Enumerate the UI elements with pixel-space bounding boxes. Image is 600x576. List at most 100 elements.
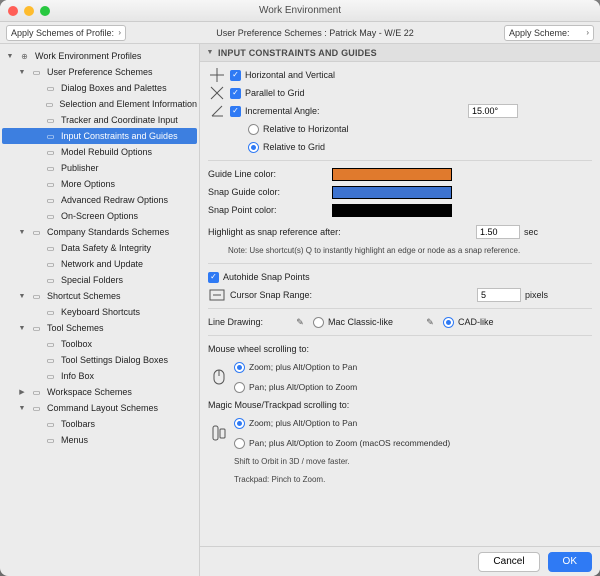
folder-icon: ▭ <box>30 291 43 302</box>
parallel-to-grid-checkbox[interactable] <box>230 88 241 99</box>
disclosure-triangle-icon[interactable]: ▼ <box>18 293 26 300</box>
globe-icon: ⊕ <box>18 51 31 62</box>
snap-guide-color-swatch[interactable] <box>332 186 452 199</box>
mws-pan-radio[interactable] <box>234 382 245 393</box>
disclosure-triangle-icon[interactable]: ▼ <box>18 325 26 332</box>
tree-item[interactable]: ▭Special Folders <box>2 272 197 288</box>
folder-icon: ▭ <box>30 323 43 334</box>
toolbar: Apply Schemes of Profile:› User Preferen… <box>0 22 600 44</box>
disclosure-triangle-icon[interactable]: ▼ <box>18 405 26 412</box>
tree-item[interactable]: ▭More Options <box>2 176 197 192</box>
tree-group-css[interactable]: ▼▭Company Standards Schemes <box>2 224 197 240</box>
tree-item[interactable]: ▭Network and Update <box>2 256 197 272</box>
relative-horizontal-radio[interactable] <box>248 124 259 135</box>
main-panel: ▼ INPUT CONSTRAINTS AND GUIDES Horizonta… <box>200 44 600 576</box>
tree-group-cls[interactable]: ▼▭Command Layout Schemes <box>2 400 197 416</box>
cancel-button[interactable]: Cancel <box>478 552 539 572</box>
incremental-angle-checkbox[interactable] <box>230 106 241 117</box>
mts-zoom-radio[interactable] <box>234 418 245 429</box>
disclosure-triangle-icon[interactable]: ▶ <box>18 388 26 396</box>
tree-item[interactable]: ▭Toolbars <box>2 416 197 432</box>
pencil-icon: ✎ <box>421 315 439 329</box>
shortcut-note: Note: Use shortcut(s) Q to instantly hig… <box>228 246 520 255</box>
tree-item[interactable]: ▭Menus <box>2 432 197 448</box>
tree-item[interactable]: ▭Info Box <box>2 368 197 384</box>
snap-point-color-swatch[interactable] <box>332 204 452 217</box>
tree-group-ss[interactable]: ▼▭Shortcut Schemes <box>2 288 197 304</box>
highlight-delay-input[interactable]: 1.50 <box>476 225 520 239</box>
disclosure-triangle-icon[interactable]: ▼ <box>6 53 14 60</box>
titlebar[interactable]: Work Environment <box>0 0 600 22</box>
guide-line-color-label: Guide Line color: <box>208 169 328 179</box>
disclosure-triangle-icon[interactable]: ▼ <box>206 49 214 56</box>
tree-group-ups[interactable]: ▼▭User Preference Schemes <box>2 64 197 80</box>
section-header[interactable]: ▼ INPUT CONSTRAINTS AND GUIDES <box>200 44 600 62</box>
doc-icon: ▭ <box>44 115 57 126</box>
doc-icon: ▭ <box>44 419 57 430</box>
magic-mouse-label: Magic Mouse/Trackpad scrolling to: <box>208 400 349 410</box>
doc-icon: ▭ <box>44 179 57 190</box>
doc-icon: ▭ <box>44 195 57 206</box>
tree-item[interactable]: ▭Model Rebuild Options <box>2 144 197 160</box>
sidebar-tree: ▼⊕Work Environment Profiles ▼▭User Prefe… <box>0 44 200 576</box>
cad-like-radio[interactable] <box>443 317 454 328</box>
disclosure-triangle-icon[interactable]: ▼ <box>18 229 26 236</box>
apply-scheme-combo[interactable]: Apply Scheme:› <box>504 25 594 41</box>
tree-item-selected[interactable]: ▭Input Constraints and Guides <box>2 128 197 144</box>
horizontal-vertical-checkbox[interactable] <box>230 70 241 81</box>
guide-line-color-swatch[interactable] <box>332 168 452 181</box>
mws-zoom-radio[interactable] <box>234 362 245 373</box>
angle-icon <box>208 104 226 118</box>
breadcrumb: User Preference Schemes : Patrick May - … <box>132 28 498 38</box>
work-environment-window: Work Environment Apply Schemes of Profil… <box>0 0 600 576</box>
tree-item[interactable]: ▭Tracker and Coordinate Input <box>2 112 197 128</box>
doc-icon: ▭ <box>43 99 55 110</box>
snap-guide-color-label: Snap Guide color: <box>208 187 328 197</box>
tree-root[interactable]: ▼⊕Work Environment Profiles <box>2 48 197 64</box>
doc-icon: ▭ <box>44 211 57 222</box>
doc-icon: ▭ <box>44 83 57 94</box>
tree-group-ws[interactable]: ▶▭Workspace Schemes <box>2 384 197 400</box>
disclosure-triangle-icon[interactable]: ▼ <box>18 69 26 76</box>
ok-button[interactable]: OK <box>548 552 592 572</box>
mouse-icon <box>208 370 230 384</box>
chevron-right-icon: › <box>586 28 589 37</box>
cursor-snap-range-input[interactable]: 5 <box>477 288 521 302</box>
mouse-wheel-label: Mouse wheel scrolling to: <box>208 344 309 354</box>
tree-item[interactable]: ▭Data Safety & Integrity <box>2 240 197 256</box>
folder-icon: ▭ <box>30 387 43 398</box>
doc-icon: ▭ <box>44 147 57 158</box>
tree-item[interactable]: ▭On-Screen Options <box>2 208 197 224</box>
doc-icon: ▭ <box>44 371 57 382</box>
x-grid-icon <box>208 86 226 100</box>
cross-axis-icon <box>208 68 226 82</box>
tree-item[interactable]: ▭Tool Settings Dialog Boxes <box>2 352 197 368</box>
tree-item[interactable]: ▭Publisher <box>2 160 197 176</box>
folder-icon: ▭ <box>30 227 43 238</box>
magic-mouse-icon <box>208 426 230 440</box>
autohide-snap-points-checkbox[interactable] <box>208 272 219 283</box>
doc-icon: ▭ <box>44 131 57 142</box>
mac-classic-radio[interactable] <box>313 317 324 328</box>
folder-icon: ▭ <box>30 403 43 414</box>
tree-item[interactable]: ▭Dialog Boxes and Palettes <box>2 80 197 96</box>
tree-item[interactable]: ▭Toolbox <box>2 336 197 352</box>
folder-icon: ▭ <box>30 67 43 78</box>
doc-icon: ▭ <box>44 339 57 350</box>
window-title: Work Environment <box>0 5 600 16</box>
relative-grid-radio[interactable] <box>248 142 259 153</box>
doc-icon: ▭ <box>44 243 57 254</box>
pencil-icon: ✎ <box>291 315 309 329</box>
chevron-right-icon: › <box>118 28 121 37</box>
tree-item[interactable]: ▭Selection and Element Information <box>2 96 197 112</box>
incremental-angle-input[interactable]: 15.00° <box>468 104 518 118</box>
apply-profile-combo[interactable]: Apply Schemes of Profile:› <box>6 25 126 41</box>
cursor-range-icon <box>208 288 226 302</box>
doc-icon: ▭ <box>44 275 57 286</box>
tree-item[interactable]: ▭Advanced Redraw Options <box>2 192 197 208</box>
dialog-footer: Cancel OK <box>200 546 600 576</box>
doc-icon: ▭ <box>44 163 57 174</box>
tree-group-ts[interactable]: ▼▭Tool Schemes <box>2 320 197 336</box>
tree-item[interactable]: ▭Keyboard Shortcuts <box>2 304 197 320</box>
mts-pan-radio[interactable] <box>234 438 245 449</box>
